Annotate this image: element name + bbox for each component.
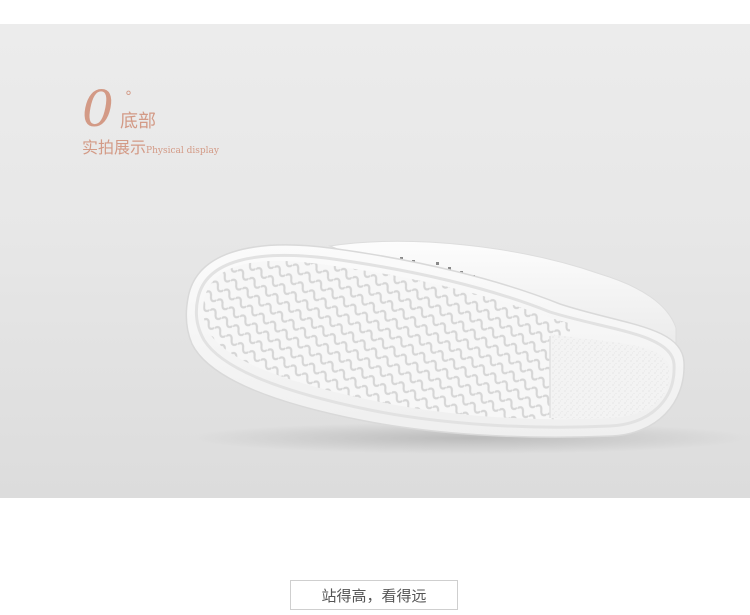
section-title: 底部: [120, 111, 156, 132]
footer-area: 站得高，看得远: [0, 498, 750, 615]
section-subtitle: 实拍展示Physical display: [82, 138, 219, 160]
section-subtitle-en: Physical display: [146, 146, 219, 156]
section-number: 0: [82, 80, 114, 138]
top-margin: [0, 0, 750, 24]
slogan-caption: 站得高，看得远: [290, 580, 458, 610]
section-degree-mark: °: [125, 89, 132, 105]
section-subtitle-cn: 实拍展示: [82, 138, 147, 157]
product-photo-panel: 0 ° 底部 实拍展示Physical display: [0, 24, 750, 498]
